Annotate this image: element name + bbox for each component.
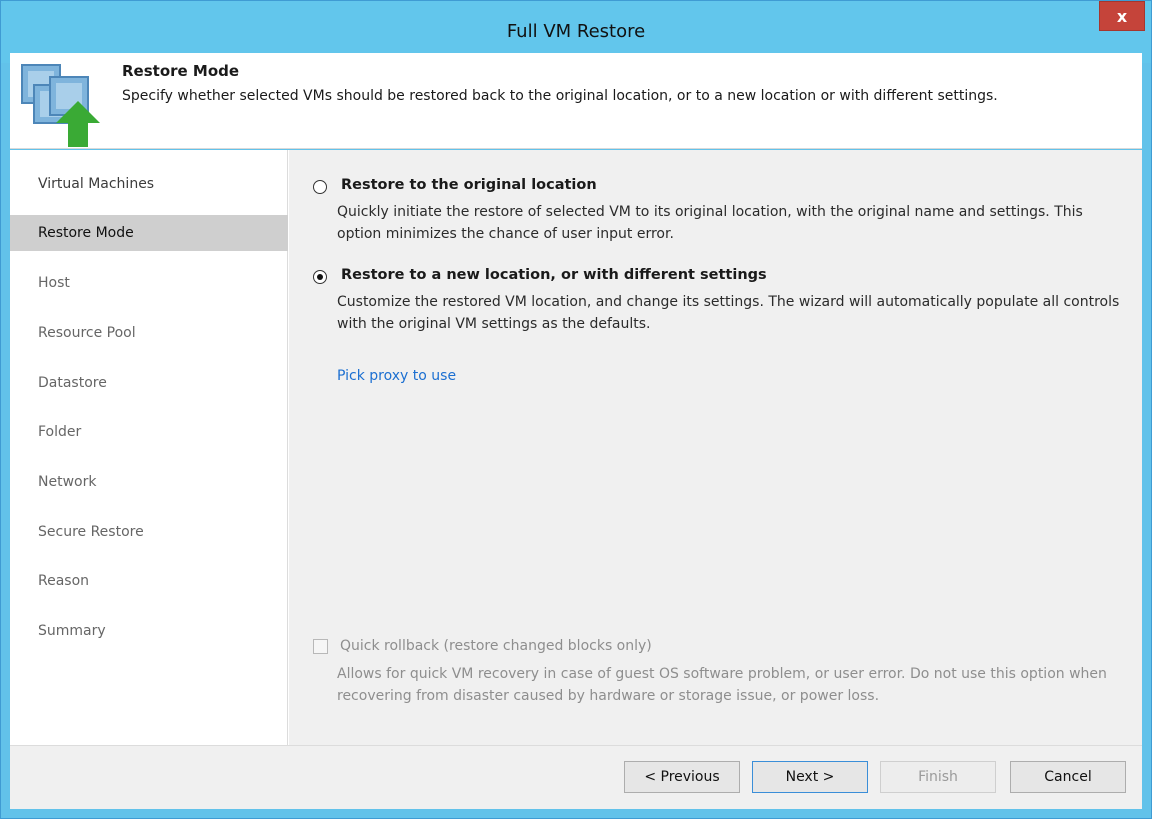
step-network[interactable]: Network (10, 464, 288, 500)
restore-mode-panel: Restore to the original location Quickly… (289, 150, 1142, 745)
step-title: Restore Mode (122, 62, 240, 80)
next-button[interactable]: Next > (752, 761, 868, 793)
close-button[interactable]: x (1099, 1, 1145, 31)
step-secure-restore[interactable]: Secure Restore (10, 514, 288, 550)
quick-rollback-description: Allows for quick VM recovery in case of … (337, 666, 1107, 704)
step-description: Specify whether selected VMs should be r… (122, 88, 998, 104)
new-location-label[interactable]: Restore to a new location, or with diffe… (341, 267, 767, 283)
new-location-radio[interactable] (313, 270, 327, 284)
step-reason[interactable]: Reason (10, 563, 288, 599)
cancel-button[interactable]: Cancel (1010, 761, 1126, 793)
vm-restore-icon (21, 64, 100, 147)
step-folder[interactable]: Folder (10, 414, 288, 450)
window-title: Full VM Restore (506, 21, 646, 42)
quick-rollback-option: Quick rollback (restore changed blocks o… (313, 638, 652, 654)
wizard-window: Full VM Restore x Restore Mode Specify w… (0, 0, 1152, 819)
previous-button[interactable]: < Previous (624, 761, 740, 793)
step-summary[interactable]: Summary (10, 613, 288, 649)
option-new-location[interactable]: Restore to a new location, or with diffe… (313, 267, 767, 284)
wizard-footer: < Previous Next > Finish Cancel (10, 745, 1142, 809)
original-location-label[interactable]: Restore to the original location (341, 177, 597, 193)
wizard-steps-sidebar: Virtual Machines Restore Mode Host Resou… (10, 150, 288, 745)
option-original-location[interactable]: Restore to the original location (313, 177, 597, 194)
quick-rollback-checkbox (313, 638, 328, 654)
step-datastore[interactable]: Datastore (10, 365, 288, 401)
step-host[interactable]: Host (10, 265, 288, 301)
finish-button: Finish (880, 761, 996, 793)
pick-proxy-link[interactable]: Pick proxy to use (337, 368, 456, 384)
step-header: Restore Mode Specify whether selected VM… (10, 53, 1142, 149)
original-location-radio[interactable] (313, 180, 327, 194)
quick-rollback-label: Quick rollback (restore changed blocks o… (340, 638, 652, 654)
wizard-body: Virtual Machines Restore Mode Host Resou… (10, 150, 1142, 745)
new-location-description: Customize the restored VM location, and … (337, 294, 1120, 332)
step-resource-pool[interactable]: Resource Pool (10, 315, 288, 351)
step-restore-mode[interactable]: Restore Mode (10, 215, 288, 251)
step-virtual-machines[interactable]: Virtual Machines (10, 166, 288, 202)
original-location-description: Quickly initiate the restore of selected… (337, 204, 1083, 242)
